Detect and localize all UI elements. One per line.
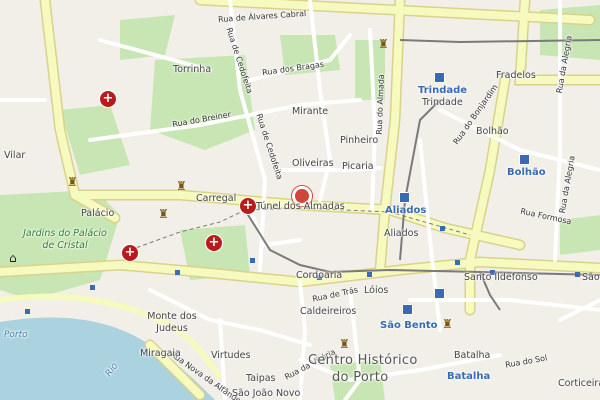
metro-station-icon[interactable] <box>399 192 410 203</box>
place-label: Torrinha <box>173 64 212 75</box>
place-label: Santo Ildefonso <box>464 272 538 283</box>
metro-station-icon[interactable] <box>519 154 530 165</box>
district-label: Centro Histórico <box>308 353 418 368</box>
place-label: Lóios <box>364 285 389 296</box>
place-label: Vilar <box>4 150 26 161</box>
place-label: Fradelos <box>496 70 536 81</box>
castle-icon[interactable]: ♜ <box>158 208 169 220</box>
place-label: Aliados <box>384 228 419 239</box>
metro-station-icon[interactable] <box>434 72 445 83</box>
place-label: Taipas <box>246 373 276 384</box>
map-canvas[interactable]: ♜ ♜ ♜ ♜ ♜ ♜ ⌂ Rua de Álvares Cabral Rua … <box>0 0 600 400</box>
place-label: Oliveiras <box>292 158 334 169</box>
place-label: Carregal <box>196 193 237 204</box>
place-label: São <box>582 272 600 283</box>
metro-label: Bolhão <box>507 167 546 178</box>
place-label: Palácio <box>81 208 115 219</box>
hospital-icon[interactable] <box>100 91 116 107</box>
place-label: Túnel dos Almadas <box>256 201 345 212</box>
metro-station-icon[interactable] <box>402 304 413 315</box>
hospital-icon[interactable] <box>122 245 138 261</box>
castle-icon[interactable]: ♜ <box>176 180 187 192</box>
place-label: Bolhão <box>476 126 509 137</box>
place-label: Pinheiro <box>340 135 379 146</box>
place-label: Trindade <box>422 97 463 108</box>
metro-label: São Bento <box>380 320 438 331</box>
district-label: do Porto <box>332 370 389 385</box>
place-label: Porto <box>4 330 28 340</box>
castle-icon[interactable]: ♜ <box>67 176 78 188</box>
hospital-icon[interactable] <box>240 198 256 214</box>
place-label: Mirante <box>292 106 329 117</box>
place-label: Corticeira <box>558 378 600 389</box>
metro-label: Batalha <box>447 371 491 382</box>
landmark-icon[interactable]: ⌂ <box>9 252 17 264</box>
park-label: Jardins do Palácio de Cristal <box>23 228 107 251</box>
place-label: Virtudes <box>211 350 251 361</box>
place-label: Miragaia <box>140 348 181 359</box>
place-label: Cordoaria <box>296 270 343 281</box>
hospital-icon[interactable] <box>206 235 222 251</box>
metro-label: Aliados <box>385 205 427 216</box>
place-label: Picaria <box>342 161 374 172</box>
castle-icon[interactable]: ♜ <box>378 38 389 50</box>
place-label: Caldeireiros <box>300 306 357 317</box>
place-label: Monte dos Judeus <box>147 311 197 334</box>
castle-icon[interactable]: ♜ <box>442 318 453 330</box>
place-label: São João Novo <box>232 388 301 399</box>
castle-icon[interactable]: ♜ <box>339 338 350 350</box>
metro-label: Trindade <box>418 85 468 96</box>
place-label: Batalha <box>454 350 491 361</box>
metro-station-icon[interactable] <box>434 288 445 299</box>
